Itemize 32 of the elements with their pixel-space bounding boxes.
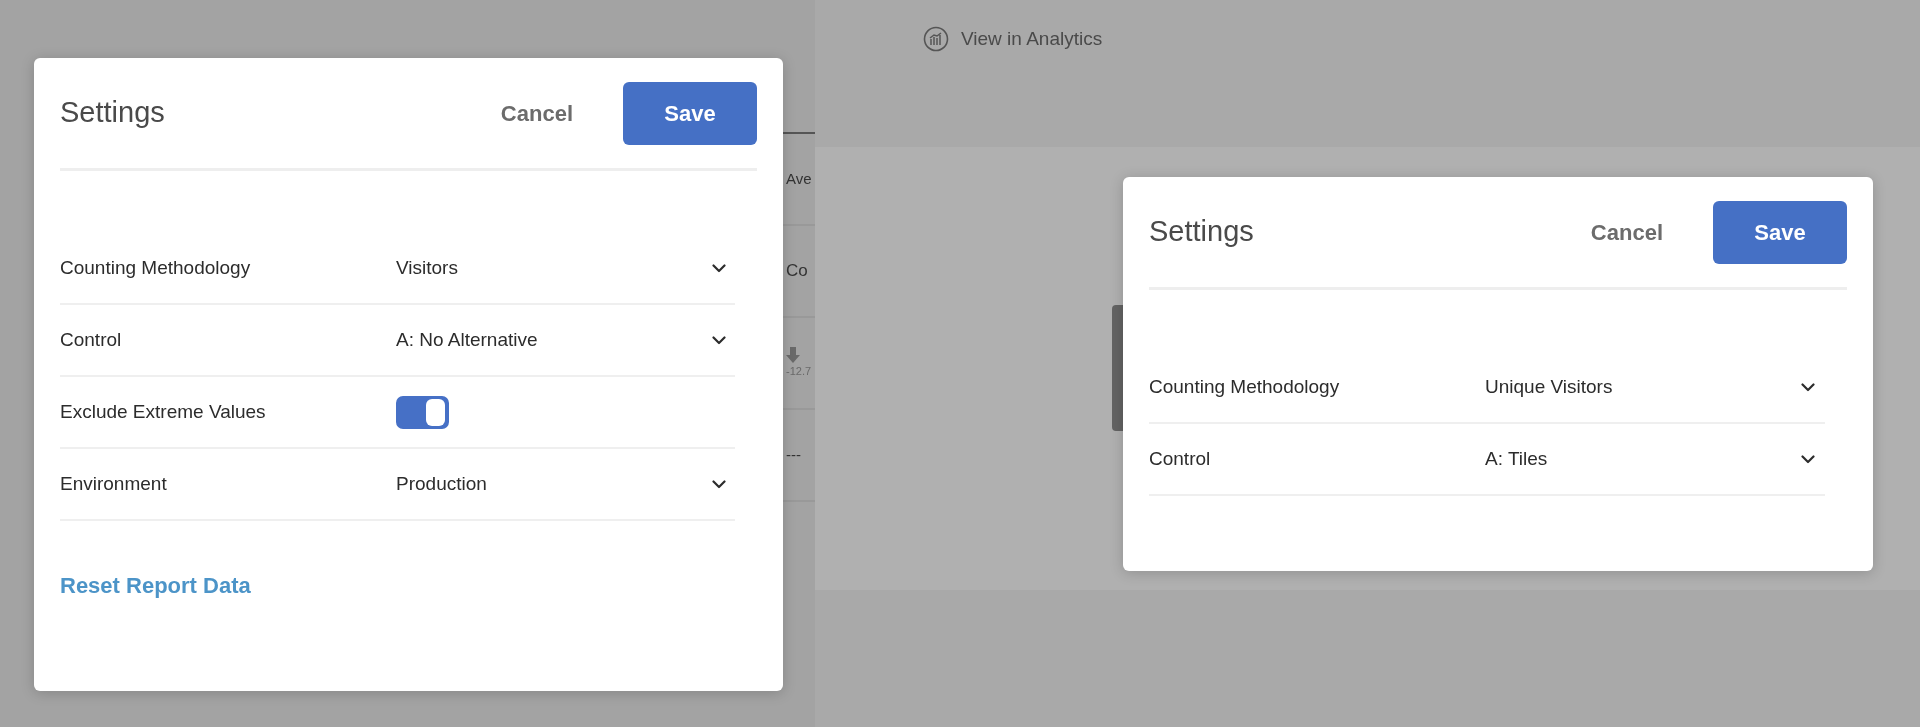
chart-icon (923, 26, 949, 53)
chevron-down-icon (712, 263, 726, 273)
save-button[interactable]: Save (1713, 200, 1847, 264)
dialog-title: Settings (60, 95, 165, 131)
select-dropdown[interactable]: Unique Visitors (1485, 372, 1815, 402)
arrow-down-icon (786, 346, 800, 363)
toggle-switch[interactable] (396, 395, 449, 429)
reset-link[interactable]: Reset Report Data (60, 573, 251, 598)
cancel-button[interactable]: Cancel (1590, 215, 1663, 249)
setting-label: Control (60, 328, 123, 352)
chevron-down-icon (712, 479, 726, 489)
select-dropdown[interactable]: A: Tiles (1485, 444, 1815, 474)
chevron-down-icon (712, 335, 726, 345)
select-dropdown[interactable]: A: No Alternative (396, 325, 726, 355)
select-dropdown[interactable]: Visitors (396, 253, 726, 283)
chevron-down-icon (1801, 382, 1815, 392)
save-button[interactable]: Save (623, 81, 757, 145)
setting-label: Counting Methodology (60, 256, 252, 280)
chevron-down-icon (1801, 454, 1815, 464)
select-dropdown[interactable]: Production (396, 469, 726, 499)
column-heading: Co (786, 260, 809, 283)
column-heading: Ave (786, 168, 813, 189)
dialog-title: Settings (1149, 214, 1254, 250)
column-heading: --- (786, 444, 802, 465)
setting-label: Environment (60, 472, 168, 496)
view-in-analytics-link[interactable]: View in Analytics (923, 25, 1103, 54)
setting-label: Control (1149, 447, 1212, 471)
panel-handle[interactable] (1112, 305, 1124, 431)
cancel-button[interactable]: Cancel (500, 96, 573, 130)
setting-label: Counting Methodology (1149, 375, 1341, 399)
setting-label: Exclude Extreme Values (60, 400, 267, 424)
delta-value: -12.7 (786, 363, 813, 379)
